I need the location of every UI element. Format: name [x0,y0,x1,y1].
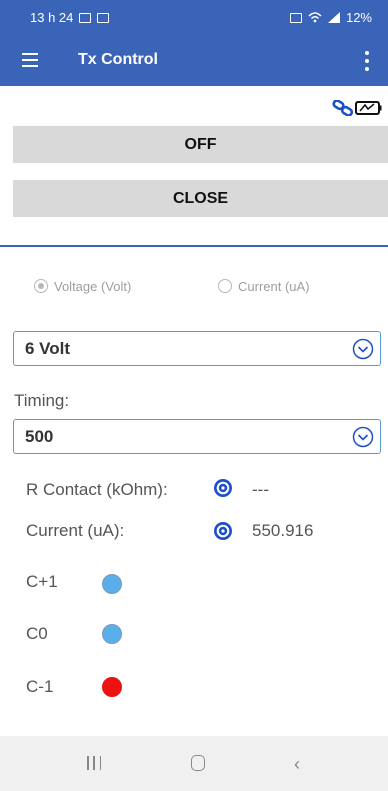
electrode-status-c-minus-1 [102,677,122,697]
current-settings-icon[interactable] [212,520,234,542]
status-bar: 13 h 24 12% [0,0,388,36]
electrode-label-c-minus-1: C-1 [26,677,54,696]
r-contact-value: --- [252,480,269,499]
voltage-select-value: 6 Volt [25,338,71,358]
electrode-status-c-plus-1 [102,574,122,594]
current-label: Current (uA): [26,521,125,540]
timing-select-value: 500 [25,426,54,446]
signal-icon [327,12,340,23]
voltage-select[interactable]: 6 Volt [13,331,381,366]
overflow-menu-icon[interactable] [364,51,370,71]
current-value: 550.916 [252,521,314,540]
r-contact-settings-icon[interactable] [212,477,234,499]
chevron-down-icon [352,338,374,360]
system-nav-bar: ‹ [0,736,388,791]
r-contact-label: R Contact (kOhm): [26,480,168,499]
electrode-label-c0: C0 [26,624,48,643]
app-bar: Tx Control [0,36,388,86]
electrode-status-c0 [102,624,122,644]
back-icon[interactable]: ‹ [294,754,300,775]
timing-label: Timing: [14,391,70,410]
close-button[interactable]: CLOSE [13,180,388,217]
app-title: Tx Control [78,51,158,68]
wifi-icon [308,12,322,23]
voltage-radio-label: Voltage (Volt) [54,278,132,294]
recents-icon[interactable] [87,756,101,770]
current-radio-option[interactable]: Current (uA) [218,274,310,298]
electrode-label-c-plus-1: C+1 [26,572,58,591]
battery-percentage: 12% [345,10,372,25]
screen-notification-icon [97,12,110,23]
status-time: 13 h 24 [30,10,74,25]
home-icon[interactable] [191,755,205,771]
voltage-radio-option[interactable]: Voltage (Volt) [34,274,131,298]
off-button[interactable]: OFF [13,126,388,163]
nfc-icon [289,12,302,23]
gallery-notification-icon [79,12,92,23]
section-divider [0,245,388,247]
current-radio-label: Current (uA) [238,278,310,294]
current-radio[interactable] [218,279,232,293]
menu-icon[interactable] [22,53,38,67]
device-battery-icon [355,101,382,115]
voltage-radio[interactable] [34,279,48,293]
chevron-down-icon [352,426,374,448]
timing-select[interactable]: 500 [13,419,381,454]
link-icon [332,100,354,116]
